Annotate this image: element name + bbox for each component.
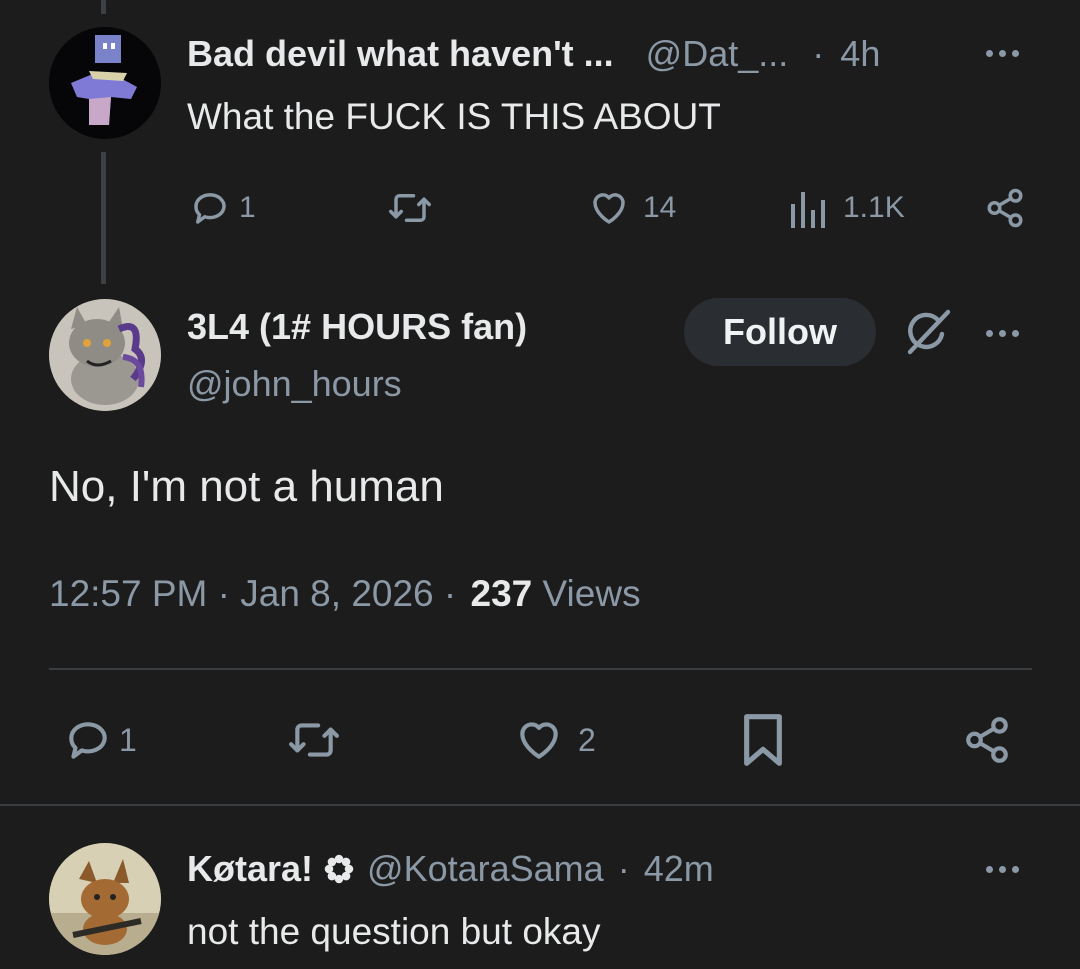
retweet-icon <box>389 194 431 222</box>
like-button[interactable]: 14 <box>587 186 676 230</box>
avatar[interactable] <box>49 27 161 139</box>
divider <box>49 668 1032 670</box>
reply-count: 1 <box>119 721 137 758</box>
grok-icon <box>907 309 951 355</box>
separator: · <box>617 848 630 889</box>
handle[interactable]: @john_hours <box>187 360 402 408</box>
bookmark-button[interactable] <box>741 712 785 768</box>
thread-line-bottom <box>101 152 106 284</box>
reply-icon <box>69 722 107 759</box>
views-count: 237 <box>470 573 533 614</box>
timestamp[interactable]: 12:57 PM · Jan 8, 2026 · <box>49 573 456 614</box>
more-options-icon[interactable] <box>986 50 1019 57</box>
flower-icon <box>324 854 354 884</box>
more-options-icon[interactable] <box>986 330 1019 337</box>
handle[interactable]: @Dat_... <box>646 33 789 74</box>
heart-icon <box>593 193 625 224</box>
post-text: No, I'm not a human <box>49 462 444 511</box>
share-icon <box>966 717 1008 763</box>
follow-button[interactable]: Follow <box>684 298 876 366</box>
retweet-button[interactable] <box>386 186 434 230</box>
more-options-icon[interactable] <box>986 866 1019 873</box>
views-button[interactable]: 1.1K <box>789 186 905 230</box>
views-label: Views <box>542 573 641 614</box>
grok-button[interactable] <box>902 306 954 358</box>
post-text: not the question but okay <box>187 911 601 952</box>
divider <box>0 804 1080 806</box>
reply-count: 1 <box>239 191 256 224</box>
like-count: 2 <box>578 721 596 758</box>
share-button[interactable] <box>962 714 1012 766</box>
bookmark-icon <box>744 714 782 766</box>
like-button[interactable]: 2 <box>512 714 596 766</box>
post-meta: 12:57 PM · Jan 8, 2026 · 237 Views <box>49 570 641 618</box>
post-text: What the FUCK IS THIS ABOUT <box>187 96 721 137</box>
heart-icon <box>520 722 558 759</box>
display-name[interactable]: 3L4 (1# HOURS fan) <box>187 303 527 351</box>
like-count: 14 <box>643 191 677 224</box>
post-time[interactable]: 4h <box>840 33 880 74</box>
thread-line-top <box>101 0 106 14</box>
views-icon <box>791 192 825 228</box>
display-name[interactable]: Køtara! <box>187 845 313 893</box>
share-icon <box>987 188 1023 228</box>
view-count: 1.1K <box>843 191 905 224</box>
retweet-icon <box>289 723 339 757</box>
reply-button[interactable]: 1 <box>189 186 256 230</box>
avatar[interactable] <box>49 843 161 955</box>
handle[interactable]: @KotaraSama <box>367 845 604 893</box>
post-header: Køtara! @KotaraSama · 42m <box>187 845 714 893</box>
separator: · <box>812 33 825 74</box>
display-name[interactable]: Bad devil what haven't ... <box>187 33 614 74</box>
share-button[interactable] <box>984 186 1026 230</box>
avatar[interactable] <box>49 299 161 411</box>
post-time[interactable]: 42m <box>644 845 714 893</box>
reply-button[interactable]: 1 <box>63 714 137 766</box>
reply-icon <box>194 193 226 224</box>
post-header: Bad devil what haven't ... @Dat_... · 4h <box>187 30 880 78</box>
retweet-button[interactable] <box>285 714 343 766</box>
